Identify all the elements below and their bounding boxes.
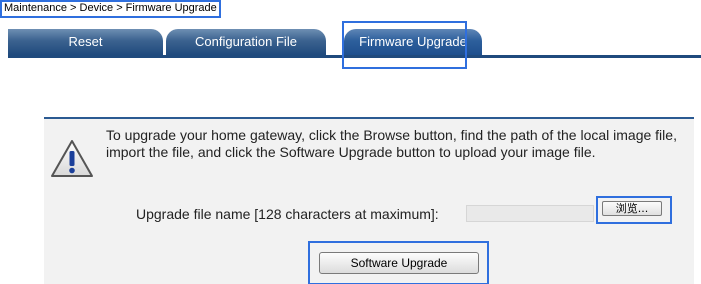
tab-configuration-file[interactable]: Configuration File [166, 29, 326, 55]
upgrade-file-input[interactable] [466, 205, 594, 222]
warning-triangle-icon [51, 140, 93, 177]
browse-button[interactable]: 浏览... [602, 201, 662, 216]
tab-bar: Reset Configuration File Firmware Upgrad… [8, 29, 483, 55]
upgrade-file-label: Upgrade file name [128 characters at max… [136, 206, 439, 222]
tab-underline [8, 55, 701, 58]
breadcrumb: Maintenance > Device > Firmware Upgrade [0, 0, 221, 18]
firmware-upgrade-page: Maintenance > Device > Firmware Upgrade … [0, 0, 701, 284]
software-upgrade-button[interactable]: Software Upgrade [319, 252, 479, 274]
tab-reset[interactable]: Reset [8, 29, 163, 55]
tab-firmware-upgrade[interactable]: Firmware Upgrade [344, 29, 482, 55]
upgrade-instructions: To upgrade your home gateway, click the … [106, 127, 677, 160]
